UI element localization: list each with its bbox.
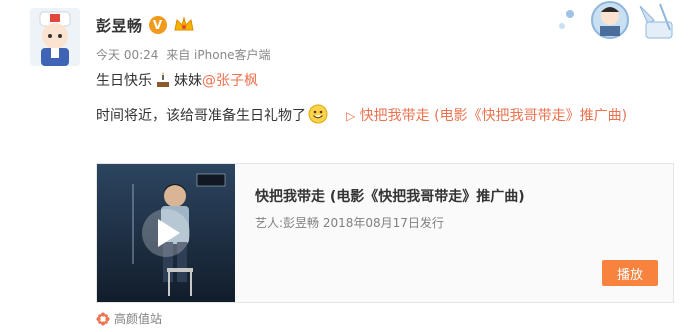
post-text-line-1: 生日快乐 妹妹 @张子枫	[96, 70, 258, 90]
flower-icon	[96, 312, 110, 325]
post-source: 来自 iPhone客户端	[166, 48, 271, 62]
topic-footer[interactable]: 高颜值站	[96, 310, 162, 327]
avatar[interactable]	[30, 8, 80, 66]
music-link[interactable]: 快把我带走 (电影《快把我哥带走》推广曲)	[360, 108, 627, 124]
song-artist-info: 艺人:彭昱畅 2018年08月17日发行	[255, 216, 444, 230]
song-title[interactable]: 快把我带走 (电影《快把我哥带走》推广曲)	[255, 186, 525, 206]
card-decoration-icon	[559, 1, 673, 39]
music-link-icon[interactable]: ▷	[346, 109, 355, 123]
album-cover[interactable]	[97, 164, 235, 302]
username[interactable]: 彭昱畅	[96, 15, 143, 36]
text-segment: 时间将近，该给哥准备生日礼物了	[96, 108, 306, 124]
post-text-line-2: 时间将近，该给哥准备生日礼物了 ▷ 快把我带走 (电影《快把我哥带走》推广曲)	[96, 101, 686, 131]
play-button[interactable]: 播放	[602, 260, 658, 286]
smile-emoji-icon	[308, 104, 328, 124]
post-header: 彭昱畅 V	[96, 12, 195, 38]
text-segment: 生日快乐	[96, 73, 152, 89]
music-card[interactable]: 快把我带走 (电影《快把我哥带走》推广曲) 艺人:彭昱畅 2018年08月17日…	[96, 163, 674, 303]
topic-label[interactable]: 高颜值站	[114, 310, 162, 327]
post-time[interactable]: 今天 00:24	[96, 48, 158, 62]
post-meta: 今天 00:24 来自 iPhone客户端	[96, 46, 275, 63]
text-segment: 妹妹	[174, 73, 202, 89]
verified-badge-icon: V	[148, 16, 167, 34]
mention-link[interactable]: @张子枫	[202, 70, 258, 90]
cake-emoji-icon	[157, 72, 169, 87]
member-crown-icon[interactable]	[173, 16, 195, 34]
